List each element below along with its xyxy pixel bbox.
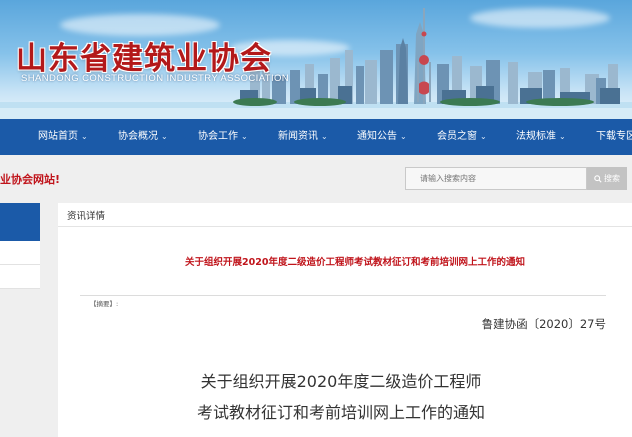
nav-item-regulations[interactable]: 法规标准 ⌄: [516, 119, 566, 155]
chevron-down-icon: ⌄: [400, 132, 407, 141]
sidebar-item[interactable]: [0, 265, 40, 289]
chevron-down-icon: ⌄: [161, 132, 168, 141]
section-label: 资讯详情: [67, 211, 106, 222]
document-title-line1: 关于组织开展2020年度二级造价工程师: [200, 372, 482, 391]
nav-item-home[interactable]: 网站首页 ⌄: [38, 119, 88, 155]
sidebar-header: [0, 203, 40, 241]
nav-item-news[interactable]: 新闻资讯 ⌄: [278, 119, 328, 155]
header-banner: 山东省建筑业协会 SHANDONG CONSTRUCTION INDUSTRY …: [0, 0, 632, 119]
document-title-line2: 考试教材征订和考前培训网上工作的通知: [196, 403, 485, 422]
nav-item-label: 法规标准: [516, 131, 556, 142]
summary-label: 【摘要】:: [90, 300, 119, 308]
welcome-marquee: 业协会网站!: [0, 173, 61, 186]
chevron-down-icon: ⌄: [559, 132, 566, 141]
nav-item-label: 网站首页: [38, 131, 78, 142]
document-number: 鲁建协函〔2020〕27号: [481, 317, 606, 331]
main-nav: 网站首页 ⌄ 协会概况 ⌄ 协会工作 ⌄ 新闻资讯 ⌄ 通知公告 ⌄ 会员之窗 …: [0, 119, 632, 155]
article-panel: 资讯详情 关于组织开展2020年度二级造价工程师考试教材征订和考前培训网上工作的…: [58, 203, 632, 437]
chevron-down-icon: ⌄: [480, 132, 487, 141]
nav-item-downloads[interactable]: 下载专区: [596, 119, 632, 155]
nav-item-label: 协会概况: [118, 131, 158, 142]
nav-item-label: 通知公告: [357, 131, 397, 142]
sidebar-item[interactable]: [0, 241, 40, 265]
nav-item-label: 新闻资讯: [278, 131, 318, 142]
panel-header: 资讯详情: [58, 203, 632, 227]
sidebar: [0, 203, 40, 289]
search-button-label: 搜索: [604, 174, 620, 183]
site-title: 山东省建筑业协会: [16, 41, 272, 77]
nav-item-members[interactable]: 会员之窗 ⌄: [437, 119, 487, 155]
nav-item-label: 协会工作: [198, 131, 238, 142]
chevron-down-icon: ⌄: [321, 132, 328, 141]
nav-item-work[interactable]: 协会工作 ⌄: [198, 119, 248, 155]
nav-item-notices[interactable]: 通知公告 ⌄: [357, 119, 407, 155]
search-icon: [594, 174, 602, 183]
chevron-down-icon: ⌄: [81, 132, 88, 141]
search-input[interactable]: [405, 167, 587, 190]
search-button[interactable]: 搜索: [587, 167, 627, 190]
nav-item-label: 下载专区: [596, 131, 632, 142]
nav-item-about[interactable]: 协会概况 ⌄: [118, 119, 168, 155]
article-title: 关于组织开展2020年度二级造价工程师考试教材征订和考前培训网上工作的通知: [185, 257, 525, 268]
nav-item-label: 会员之窗: [437, 131, 477, 142]
summary-box: 【摘要】:: [80, 295, 606, 308]
chevron-down-icon: ⌄: [241, 132, 248, 141]
site-subtitle: SHANDONG CONSTRUCTION INDUSTRY ASSOCIATI…: [21, 73, 290, 84]
